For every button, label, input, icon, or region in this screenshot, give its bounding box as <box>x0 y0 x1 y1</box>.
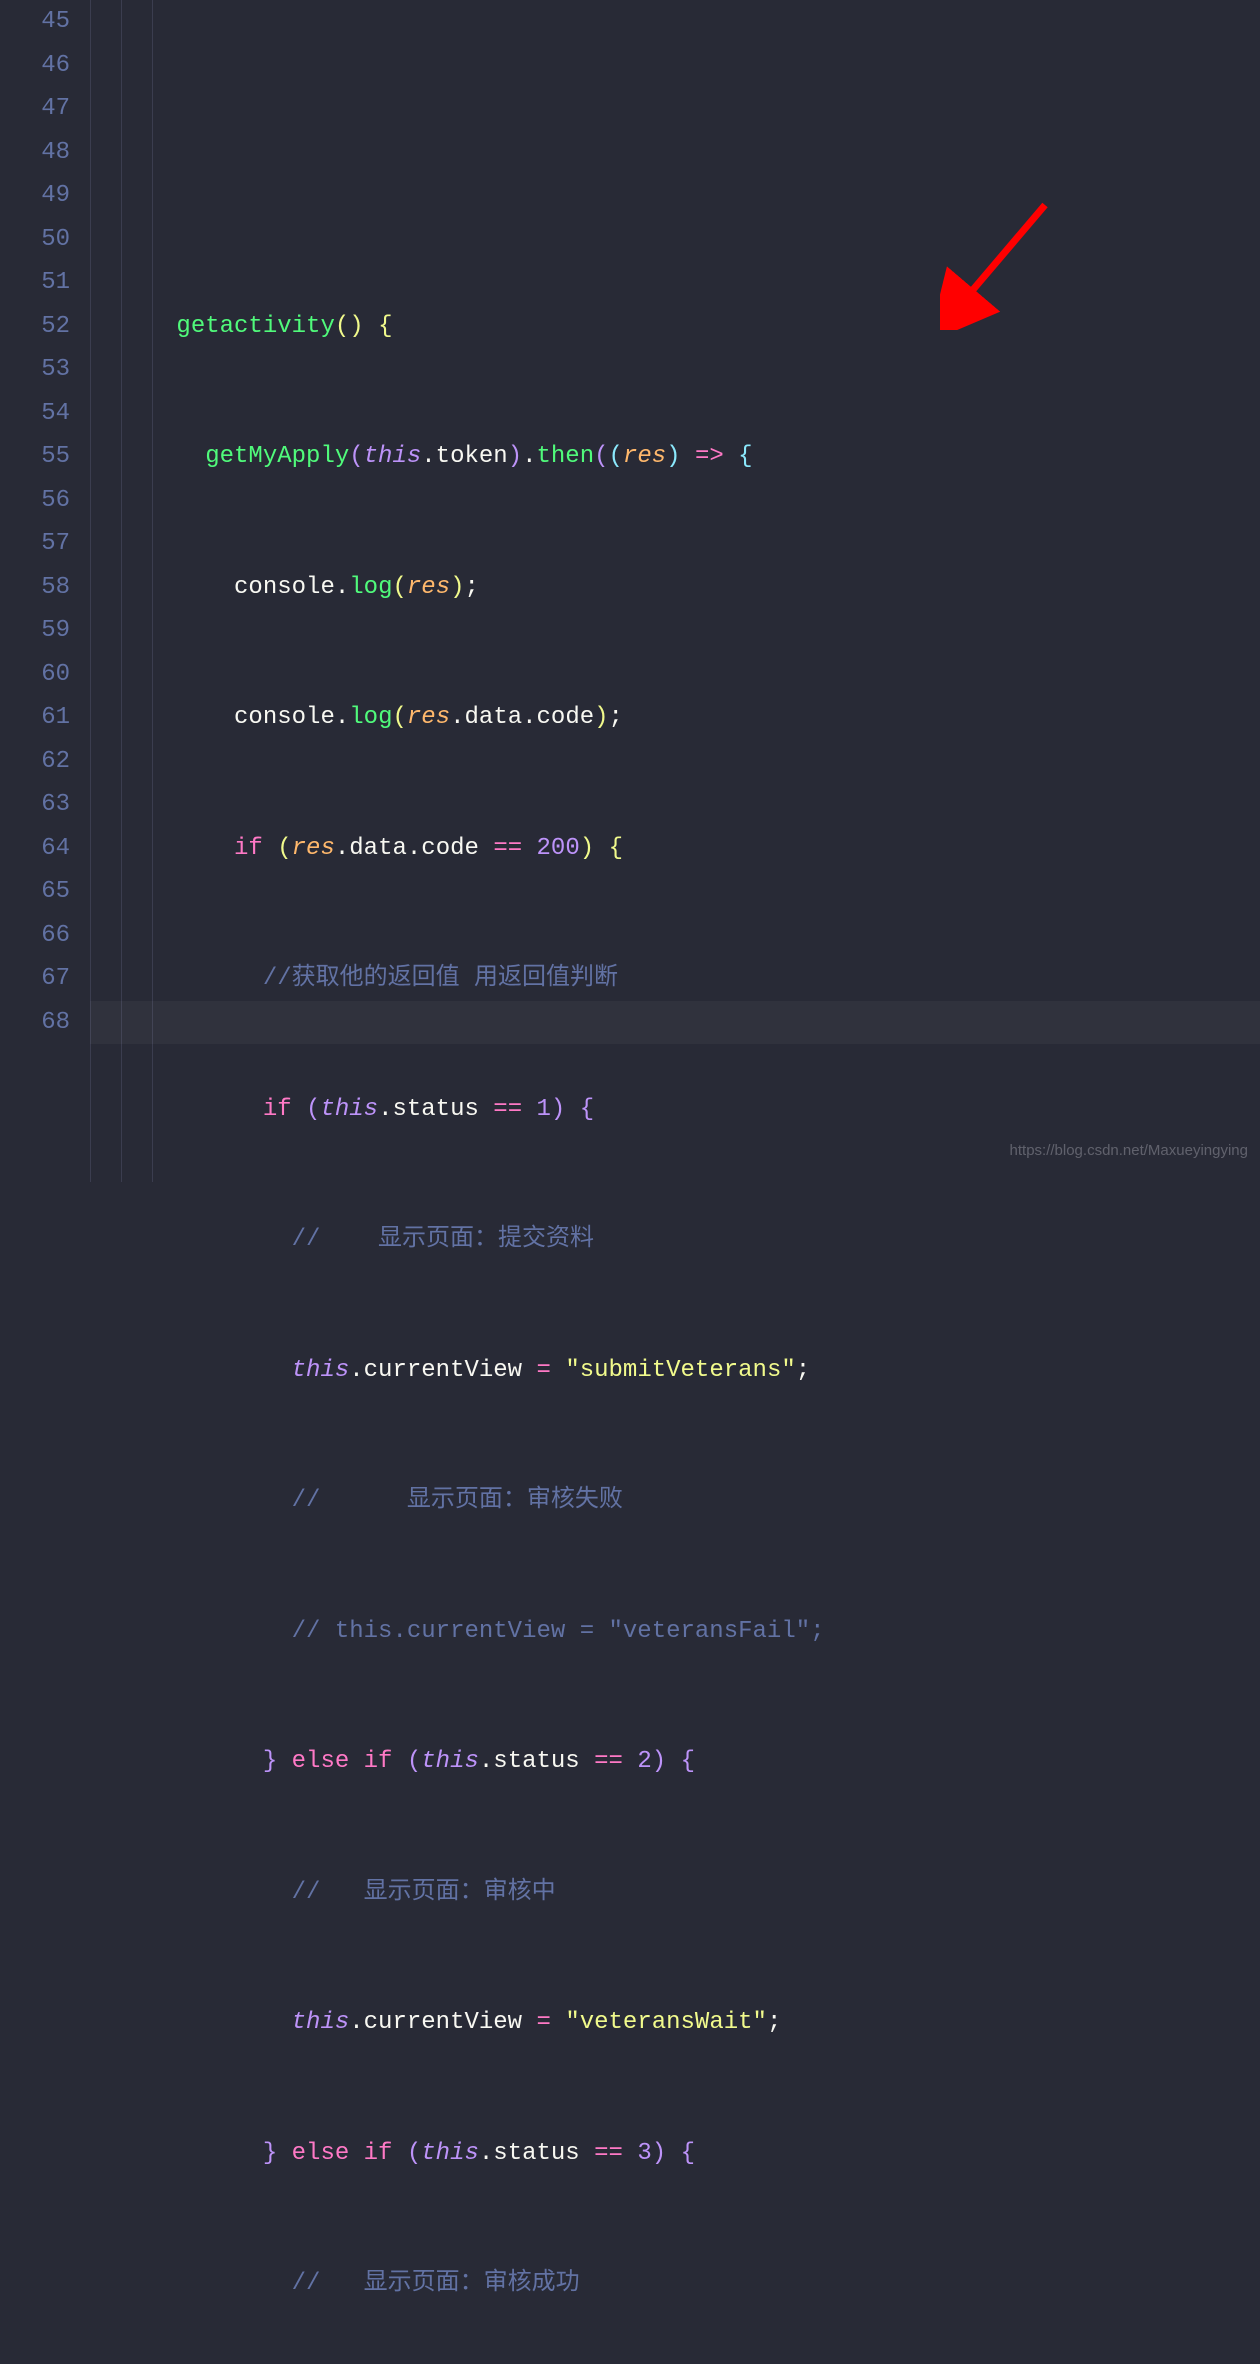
line-number: 53 <box>0 348 70 392</box>
line-number: 62 <box>0 740 70 784</box>
line-number: 47 <box>0 87 70 131</box>
code-editor: 45 46 47 48 49 50 51 52 53 54 55 56 57 5… <box>0 0 1260 1182</box>
code-content[interactable]: getactivity() { getMyApply(this.token).t… <box>90 0 1260 1182</box>
line-number: 48 <box>0 131 70 175</box>
current-line-highlight <box>90 1001 1260 1045</box>
line-number: 49 <box>0 174 70 218</box>
line-number: 58 <box>0 566 70 610</box>
line-number: 45 <box>0 0 70 44</box>
line-number: 57 <box>0 522 70 566</box>
line-number: 56 <box>0 479 70 523</box>
line-number: 60 <box>0 653 70 697</box>
line-number: 66 <box>0 914 70 958</box>
line-number: 64 <box>0 827 70 871</box>
line-number: 54 <box>0 392 70 436</box>
line-number: 52 <box>0 305 70 349</box>
line-number: 68 <box>0 1001 70 1045</box>
line-number: 55 <box>0 435 70 479</box>
line-number: 51 <box>0 261 70 305</box>
line-number: 65 <box>0 870 70 914</box>
line-number: 63 <box>0 783 70 827</box>
watermark-text: https://blog.csdn.net/Maxueyingying <box>1010 1129 1248 1173</box>
line-number: 59 <box>0 609 70 653</box>
line-number: 67 <box>0 957 70 1001</box>
line-number-gutter: 45 46 47 48 49 50 51 52 53 54 55 56 57 5… <box>0 0 90 1182</box>
line-number: 61 <box>0 696 70 740</box>
line-number: 50 <box>0 218 70 262</box>
line-number: 46 <box>0 44 70 88</box>
